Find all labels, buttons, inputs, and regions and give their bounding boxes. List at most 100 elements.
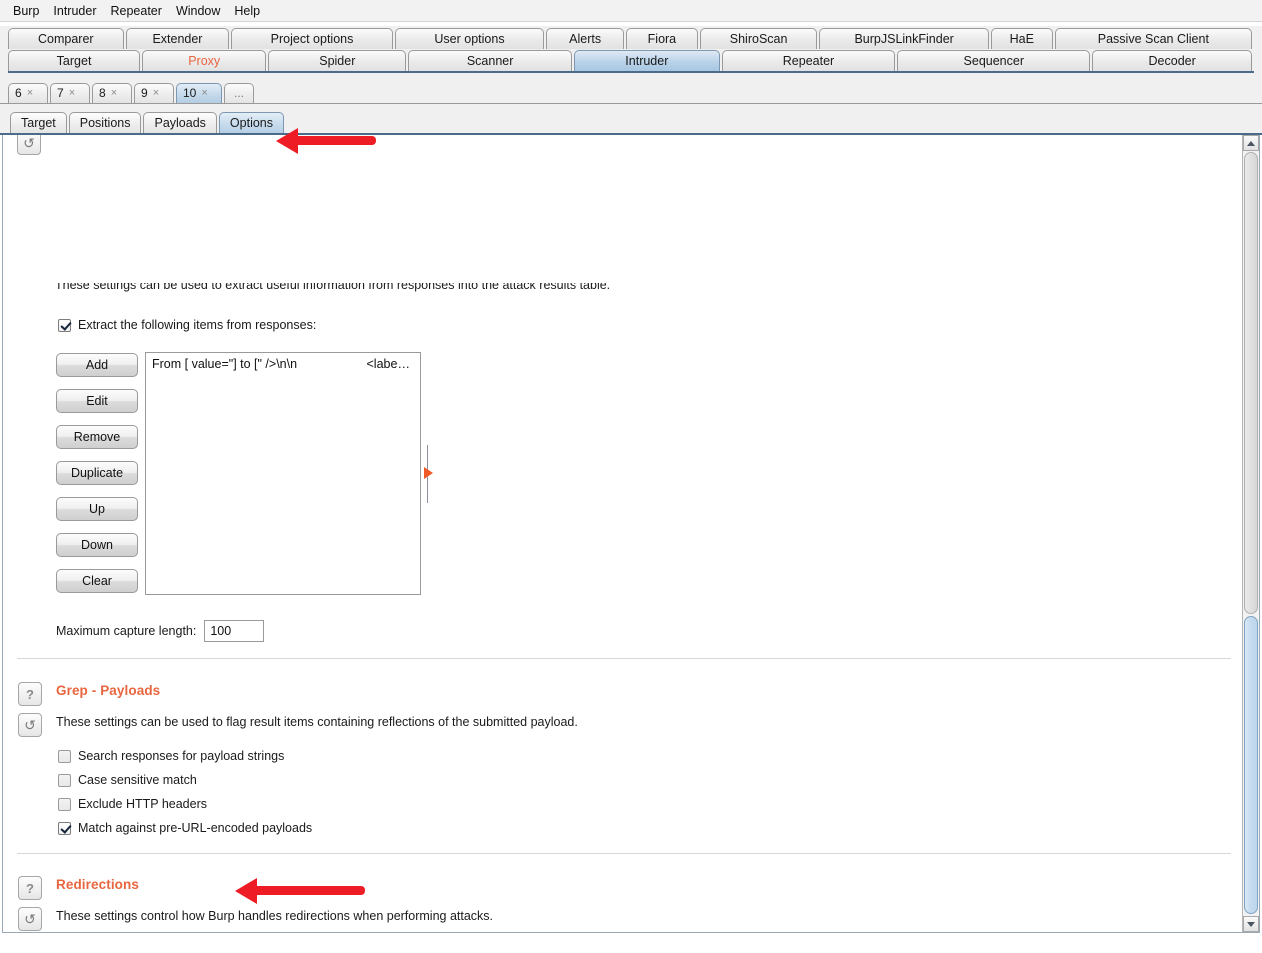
close-icon[interactable]: ×	[111, 84, 117, 103]
options-panel: ↺ These settings can be used to extract …	[2, 135, 1260, 933]
add-button[interactable]: Add	[56, 353, 138, 377]
grep-payloads-refresh-icon[interactable]: ↺	[18, 713, 42, 737]
clear-button[interactable]: Clear	[56, 569, 138, 593]
attack-tab-overflow[interactable]: ...	[224, 83, 254, 103]
scroll-track-upper[interactable]	[1244, 152, 1258, 614]
attack-tab-8[interactable]: 8 ×	[92, 83, 132, 103]
close-icon[interactable]: ×	[27, 84, 33, 103]
grep-payloads-help-icon[interactable]: ?	[18, 682, 42, 706]
attack-tab-label: 8	[99, 86, 106, 100]
tab-passive-scan-client[interactable]: Passive Scan Client	[1054, 28, 1252, 49]
section-divider-2	[17, 853, 1231, 854]
main-tab-row-2: Target Proxy Spider Scanner Intruder Rep…	[8, 48, 1254, 71]
refresh-glyph: ↺	[23, 135, 35, 151]
menu-bar: Burp Intruder Repeater Window Help	[0, 0, 1262, 22]
tab-sequencer[interactable]: Sequencer	[897, 50, 1091, 71]
search-responses-checkbox[interactable]	[58, 749, 71, 763]
tab-burpjslinkfinder[interactable]: BurpJSLinkFinder	[819, 28, 989, 49]
refresh-glyph: ↺	[24, 716, 36, 733]
search-responses-checkbox-row[interactable]: Search responses for payload strings	[58, 749, 284, 763]
tab-scanner[interactable]: Scanner	[408, 50, 572, 71]
exclude-http-headers-label: Exclude HTTP headers	[78, 797, 207, 811]
tab-fiora[interactable]: Fiora	[626, 28, 698, 49]
match-pre-url-encoded-checkbox[interactable]	[58, 821, 71, 835]
attack-tab-7[interactable]: 7 ×	[50, 83, 90, 103]
tab-target[interactable]: Target	[8, 50, 141, 71]
sub-tab-positions[interactable]: Positions	[68, 112, 142, 133]
redirections-help-icon[interactable]: ?	[18, 876, 42, 900]
tab-decoder[interactable]: Decoder	[1092, 50, 1252, 71]
case-sensitive-label: Case sensitive match	[78, 773, 197, 787]
tab-shiroscan[interactable]: ShiroScan	[699, 28, 818, 49]
scroll-thumb[interactable]	[1244, 616, 1258, 914]
chevron-down-icon	[1247, 921, 1255, 927]
grep-extract-description: These settings can be used to extract us…	[55, 283, 611, 292]
redirections-refresh-icon[interactable]: ↺	[18, 907, 42, 931]
exclude-http-headers-checkbox-row[interactable]: Exclude HTTP headers	[58, 797, 207, 811]
main-tab-row-1: Comparer Extender Project options User o…	[8, 26, 1254, 49]
attack-tab-label: 10	[183, 86, 197, 100]
main-tab-row-2-wrap: Target Proxy Spider Scanner Intruder Rep…	[8, 48, 1254, 73]
up-button[interactable]: Up	[56, 497, 138, 521]
attack-tab-label: 6	[15, 86, 22, 100]
menu-item-repeater[interactable]: Repeater	[104, 2, 169, 20]
attack-tab-10[interactable]: 10 ×	[176, 83, 222, 103]
sub-tab-options[interactable]: Options	[218, 112, 285, 133]
expand-right-arrow-icon[interactable]	[424, 467, 433, 479]
grep-extract-refresh-icon[interactable]: ↺	[17, 135, 41, 155]
tab-intruder[interactable]: Intruder	[573, 50, 720, 71]
max-capture-length-row: Maximum capture length:	[56, 620, 265, 642]
redirections-description: These settings control how Burp handles …	[56, 909, 494, 923]
tab-extender[interactable]: Extender	[125, 28, 230, 49]
tab-alerts[interactable]: Alerts	[546, 28, 625, 49]
close-icon[interactable]: ×	[201, 84, 207, 103]
extract-items-checkbox-row[interactable]: Extract the following items from respons…	[58, 318, 316, 332]
intruder-sub-tab-row: Target Positions Payloads Options	[0, 104, 1262, 133]
menu-item-help[interactable]: Help	[227, 2, 267, 20]
attack-tab-9[interactable]: 9 ×	[134, 83, 174, 103]
tab-repeater[interactable]: Repeater	[721, 50, 896, 71]
close-icon[interactable]: ×	[153, 84, 159, 103]
section-divider-1	[17, 658, 1231, 659]
options-scroll-content: ↺ These settings can be used to extract …	[3, 135, 1231, 932]
list-item[interactable]: From [ value="] to [" />\n\n <labe…	[146, 353, 420, 371]
max-capture-length-input[interactable]	[204, 620, 265, 642]
case-sensitive-checkbox[interactable]	[58, 773, 71, 787]
question-mark-glyph: ?	[26, 686, 34, 702]
vertical-scrollbar[interactable]	[1242, 135, 1259, 932]
sub-tab-target[interactable]: Target	[10, 112, 67, 133]
remove-button[interactable]: Remove	[56, 425, 138, 449]
redirections-title: Redirections	[56, 877, 139, 892]
scroll-up-button[interactable]	[1243, 135, 1259, 151]
down-button[interactable]: Down	[56, 533, 138, 557]
tab-project-options[interactable]: Project options	[231, 28, 393, 49]
extract-items-list[interactable]: From [ value="] to [" />\n\n <labe…	[145, 352, 421, 595]
tab-proxy[interactable]: Proxy	[142, 50, 267, 71]
tab-hae[interactable]: HaE	[990, 28, 1053, 49]
tab-user-options[interactable]: User options	[394, 28, 545, 49]
exclude-http-headers-checkbox[interactable]	[58, 797, 71, 811]
burp-suite-window: Burp Intruder Repeater Window Help Compa…	[0, 0, 1262, 953]
menu-item-burp[interactable]: Burp	[6, 2, 46, 20]
main-tab-strip: Comparer Extender Project options User o…	[0, 26, 1262, 73]
close-icon[interactable]: ×	[69, 84, 75, 103]
extract-items-label: Extract the following items from respons…	[78, 318, 317, 332]
match-pre-url-encoded-checkbox-row[interactable]: Match against pre-URL-encoded payloads	[58, 821, 312, 835]
max-capture-length-label: Maximum capture length:	[56, 624, 197, 638]
tab-comparer[interactable]: Comparer	[8, 28, 124, 49]
refresh-glyph: ↺	[24, 910, 36, 927]
scroll-down-button[interactable]	[1243, 916, 1259, 932]
menu-item-window[interactable]: Window	[169, 2, 227, 20]
sub-tab-payloads[interactable]: Payloads	[143, 112, 217, 133]
attack-tab-6[interactable]: 6 ×	[8, 83, 48, 103]
case-sensitive-checkbox-row[interactable]: Case sensitive match	[58, 773, 197, 787]
attack-tab-label: 9	[141, 86, 148, 100]
search-responses-label: Search responses for payload strings	[78, 749, 285, 763]
tab-spider[interactable]: Spider	[268, 50, 407, 71]
duplicate-button[interactable]: Duplicate	[56, 461, 138, 485]
edit-button[interactable]: Edit	[56, 389, 138, 413]
chevron-up-icon	[1247, 140, 1255, 146]
match-pre-url-encoded-label: Match against pre-URL-encoded payloads	[78, 821, 313, 835]
menu-item-intruder[interactable]: Intruder	[46, 2, 103, 20]
extract-items-checkbox[interactable]	[58, 318, 71, 332]
